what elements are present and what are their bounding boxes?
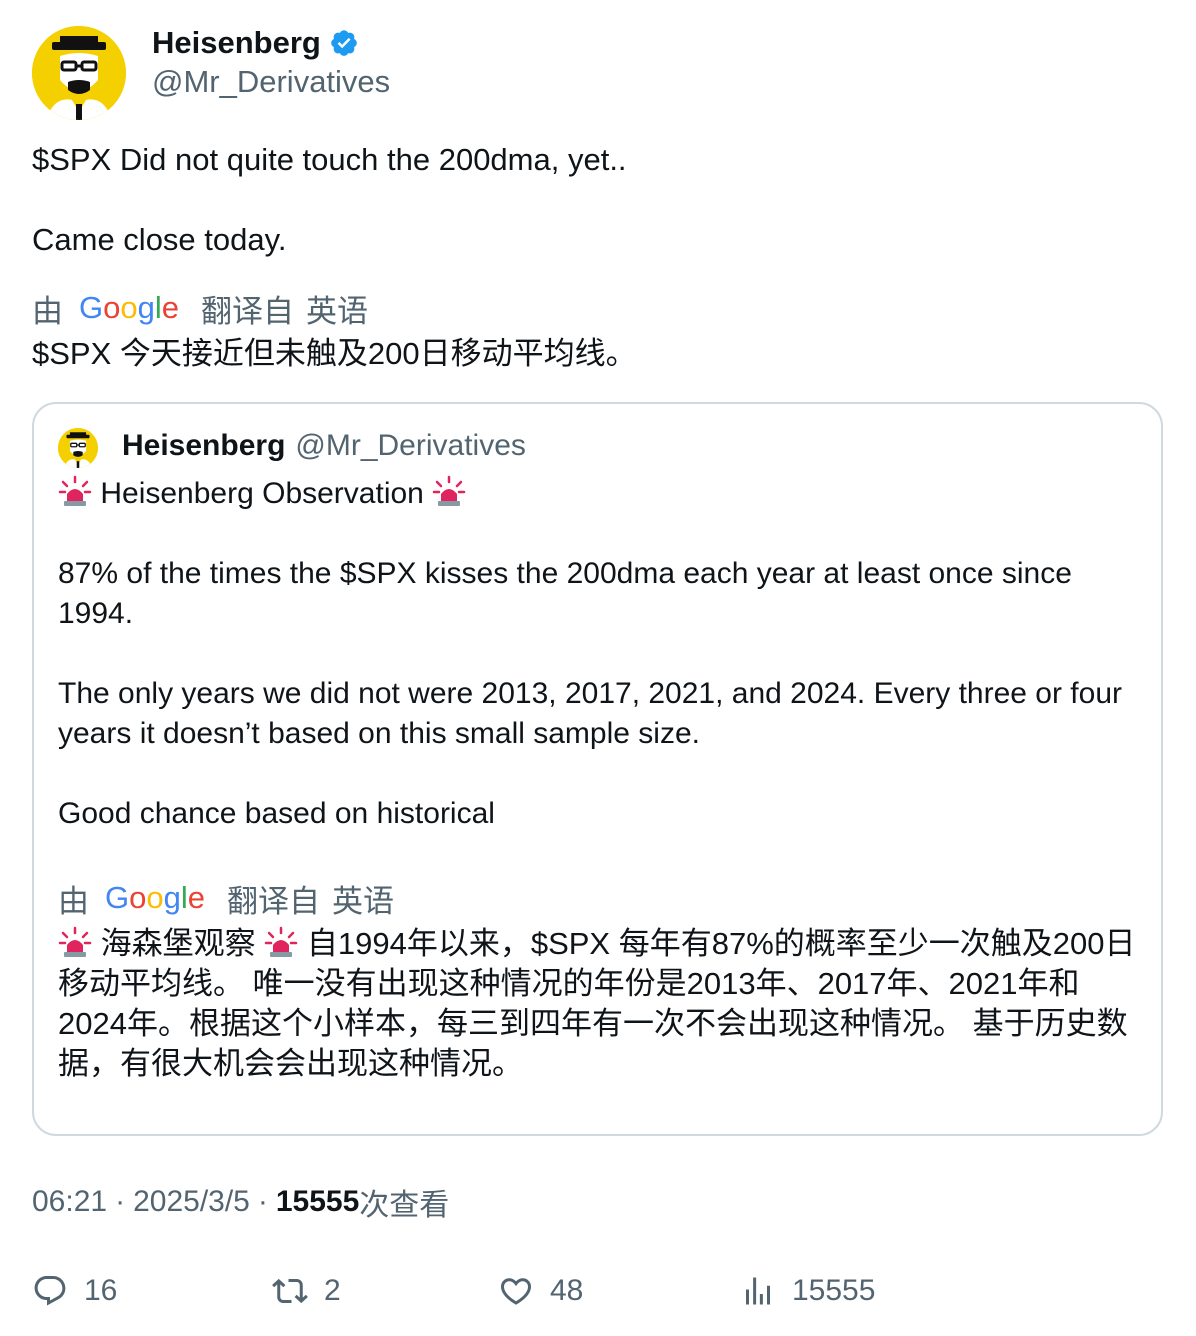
verified-badge-icon	[329, 28, 359, 58]
retweet-count: 2	[324, 1274, 341, 1307]
tweet-meta: 06:21 · 2025/3/5 · 15555 次查看	[32, 1182, 449, 1222]
quoted-translated-title: 海森堡观察	[100, 926, 256, 961]
action-bar: 16 2 48 15555	[32, 1266, 1162, 1316]
views-button[interactable]: 15555	[740, 1266, 875, 1316]
reply-button[interactable]: 16	[32, 1266, 117, 1316]
quoted-paragraph-1: 87% of the times the $SPX kisses the 200…	[58, 557, 1072, 630]
siren-icon	[58, 475, 92, 509]
meta-separator: ·	[257, 1185, 268, 1218]
quoted-paragraph-3: Good chance based on historical	[58, 797, 495, 830]
name-row: Heisenberg	[152, 25, 359, 61]
translated-by-label: 由	[32, 293, 63, 329]
author-handle[interactable]: @Mr_Derivatives	[152, 64, 390, 100]
siren-icon	[432, 475, 466, 509]
translated-from-label: 翻译自	[201, 293, 295, 329]
quoted-title-line: Heisenberg Observation	[58, 474, 1148, 514]
quoted-handle: @Mr_Derivatives	[295, 429, 526, 462]
author-display-name[interactable]: Heisenberg	[152, 25, 321, 61]
source-language: 英语	[332, 883, 395, 919]
siren-icon	[264, 926, 298, 960]
google-logo: Google	[105, 880, 206, 915]
quoted-title: Heisenberg Observation	[100, 477, 424, 510]
tweet-date[interactable]: 2025/3/5	[133, 1185, 250, 1219]
siren-icon	[58, 926, 92, 960]
translated-by-label: 由	[58, 883, 89, 919]
reply-count: 16	[84, 1274, 118, 1307]
quoted-paragraph-2: The only years we did not were 2013, 201…	[58, 677, 1123, 750]
like-button[interactable]: 48	[498, 1266, 583, 1316]
author-avatar[interactable]	[32, 26, 126, 120]
heisenberg-avatar-icon	[58, 428, 98, 468]
quoted-translated-text: 海森堡观察 自1994年以来，$SPX 每年有87%的概率至少一次触及200日移…	[58, 924, 1148, 1084]
views-action-count: 15555	[792, 1274, 876, 1307]
reply-icon	[34, 1276, 66, 1306]
google-logo: Google	[79, 290, 180, 325]
tweet-header: Heisenberg @Mr_Derivatives	[32, 25, 1162, 122]
views-label: 次查看	[359, 1189, 450, 1222]
tweet-text: $SPX Did not quite touch the 200dma, yet…	[32, 140, 1162, 260]
heart-icon	[500, 1278, 532, 1305]
source-language: 英语	[306, 293, 369, 329]
translated-from-label: 翻译自	[227, 883, 321, 919]
tweet-translated-text: $SPX 今天接近但未触及200日移动平均线。	[32, 336, 637, 371]
quoted-tweet-card[interactable]: Heisenberg @Mr_Derivatives Heisenberg Ob…	[32, 402, 1163, 1136]
meta-separator: ·	[115, 1185, 126, 1218]
heisenberg-avatar-icon	[32, 26, 126, 120]
translation-attribution: 由 Google 翻译自 英语	[32, 288, 369, 329]
bar-chart-icon	[746, 1277, 770, 1305]
quoted-author-avatar	[58, 428, 98, 468]
retweet-icon	[272, 1278, 308, 1304]
quoted-tweet-text: Heisenberg Observation 87% of the times …	[58, 474, 1148, 834]
tweet-time[interactable]: 06:21	[32, 1185, 107, 1219]
quoted-name-row: Heisenberg @Mr_Derivatives	[122, 426, 526, 466]
views-count: 15555	[275, 1185, 360, 1218]
retweet-button[interactable]: 2	[272, 1266, 341, 1316]
quoted-display-name: Heisenberg	[122, 429, 286, 462]
like-count: 48	[550, 1274, 584, 1307]
tweet-line-2: Came close today.	[32, 222, 287, 257]
quoted-translation-attribution: 由 Google 翻译自 英语	[58, 878, 395, 919]
tweet-line-1: $SPX Did not quite touch the 200dma, yet…	[32, 142, 627, 177]
